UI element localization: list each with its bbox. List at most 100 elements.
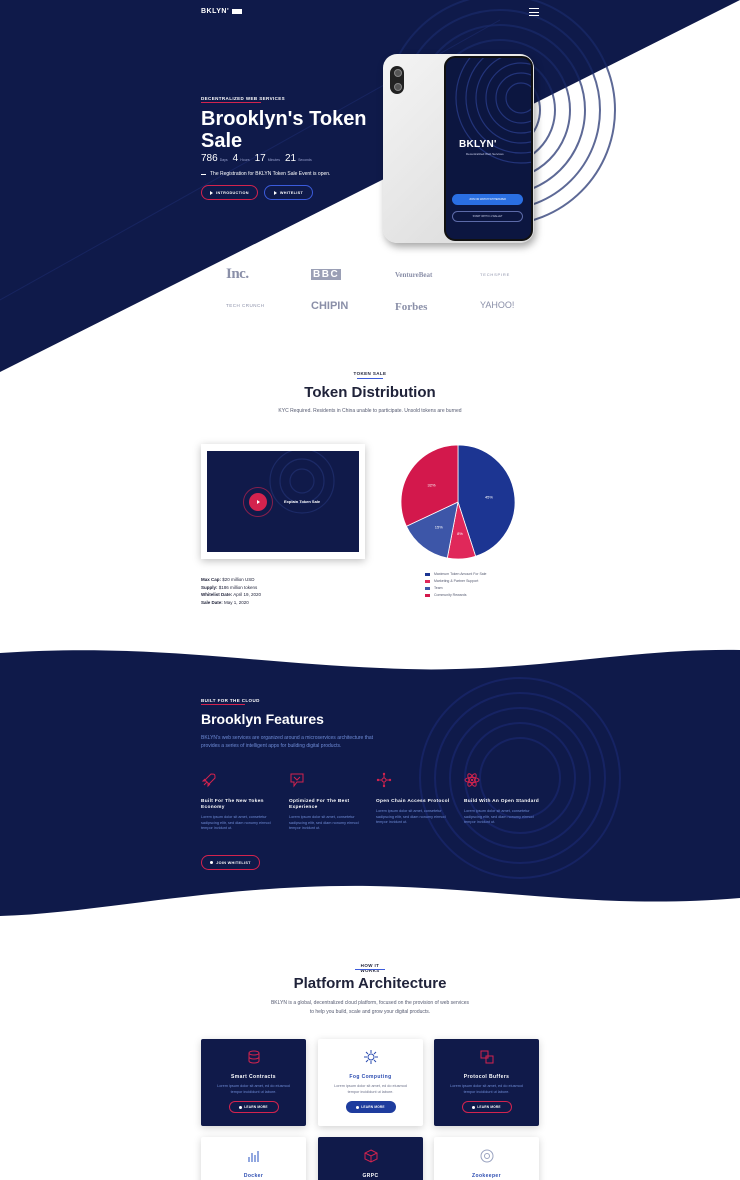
registration-note-text: The Registration for BKLYN Token Sale Ev…: [210, 171, 331, 177]
countdown-seconds-label: Seconds: [298, 158, 312, 162]
card-grpc: GRPC: [318, 1137, 423, 1180]
features-description: BKLYN's web services are organized aroun…: [201, 735, 374, 749]
card-title: Protocol Buffers: [463, 1074, 510, 1080]
legend-label: Community Rewards: [434, 593, 467, 597]
card-protocol-buffers: Protocol Buffers Lorem ipsum dolor sit a…: [434, 1039, 539, 1126]
phone-screen-logo: BKLYN': [459, 139, 497, 150]
learn-more-button[interactable]: LEARN MORE: [461, 1101, 512, 1113]
database-icon: [248, 1050, 259, 1064]
pie-slice-label: 45%: [485, 495, 493, 500]
play-icon: [256, 500, 260, 504]
rocket-icon: [201, 773, 216, 788]
sale-facts: Max Cap: $20 million USD Supply: $186 mi…: [201, 576, 261, 606]
legend-item: Maximum Token Amount For Sale: [425, 571, 486, 578]
video-pattern: [269, 451, 335, 514]
hamburger-menu-icon[interactable]: [529, 8, 539, 16]
card-fog-computing: Fog Computing Lorem ipsum dolor sit amet…: [318, 1039, 423, 1126]
hero-background: [0, 0, 740, 372]
feature-text: Lorem ipsum dolor sit amet, consetetur s…: [376, 809, 446, 824]
press-logo-techcrunch: TECH CRUNCH: [226, 303, 265, 308]
whitelist-button[interactable]: WHITELIST: [264, 185, 313, 200]
press-logo-venturebeat: VentureBeat: [395, 271, 433, 279]
flag-icon: [290, 773, 304, 788]
card-title: Fog Computing: [349, 1074, 392, 1080]
features-background: [0, 649, 740, 916]
introduction-button[interactable]: INTRODUCTION: [201, 185, 258, 200]
card-smart-contracts: Smart Contracts Lorem ipsum dolor sit am…: [201, 1039, 306, 1126]
hero-tag-underline: [201, 102, 261, 103]
feature-item-chain-access: Open Chain Access Protocol Lorem ipsum d…: [376, 772, 456, 826]
feature-title: Open Chain Access Protocol: [376, 799, 450, 804]
fact-supply: Supply: $186 million tokens: [201, 584, 258, 590]
phone-screen-subtitle: Decentralized Web Services: [466, 152, 504, 156]
countdown-minutes-value: 17: [254, 153, 266, 164]
legend-swatch: [425, 573, 430, 576]
pie-legend: Maximum Token Amount For Sale Marketing &…: [425, 571, 486, 599]
join-whitelist-button[interactable]: JOIN WHITELIST: [201, 855, 260, 870]
learn-more-button[interactable]: LEARN MORE: [228, 1101, 279, 1113]
token-sale-tag-underline: [357, 378, 383, 379]
features-tag: BUILT FOR THE CLOUD: [201, 698, 260, 703]
feature-text: Lorem ipsum dolor sit amet, consetetur s…: [289, 815, 359, 830]
play-icon: [273, 190, 277, 195]
how-it-works-tag: HOW IT WORKS: [360, 963, 380, 973]
token-distribution-title: Token Distribution: [304, 384, 436, 401]
registration-note: The Registration for BKLYN Token Sale Ev…: [201, 171, 330, 177]
cube-icon: [364, 1149, 377, 1163]
whitelist-button-label: WHITELIST: [279, 190, 304, 195]
pie-slice-label: 15%: [435, 524, 443, 529]
countdown-days-value: 786: [201, 153, 218, 164]
learn-more-label: LEARN MORE: [477, 1105, 501, 1109]
legend-swatch: [425, 587, 430, 590]
press-logo-forbes: Forbes: [395, 301, 428, 313]
legend-swatch: [425, 580, 430, 583]
cog-icon: [363, 1050, 378, 1064]
countdown-timer: 786 Days 4 Hours 17 Minutes 21 Seconds: [201, 153, 315, 164]
press-logo-bbc: BBC: [311, 269, 342, 280]
legend-item: Community Rewards: [425, 592, 486, 599]
token-sale-tag: TOKEN SALE: [353, 371, 387, 376]
fact-whitelist-date: Whitelist Date: April 19, 2020: [201, 592, 262, 597]
platform-architecture-description: BKLYN is a global, decentralized cloud p…: [270, 1000, 470, 1015]
atom-icon: [464, 773, 480, 787]
legend-item: Team: [425, 585, 486, 592]
features-title: Brooklyn Features: [201, 711, 324, 727]
fact-max-cap: Max Cap: $20 million USD: [201, 577, 255, 582]
dot-icon: [210, 861, 214, 864]
pie-slice-label: 32%: [428, 483, 436, 488]
legend-item: Marketing & Partner Support: [425, 578, 486, 585]
legend-label: Marketing & Partner Support: [434, 579, 479, 583]
platform-architecture-title: Platform Architecture: [293, 975, 447, 992]
press-logo-chipin: CHIPIN: [311, 300, 349, 312]
feature-title: Built For The New Token Economy: [201, 799, 264, 810]
press-logo-inc: Inc.: [226, 266, 249, 282]
card-docker: Docker: [201, 1137, 306, 1180]
feature-item-open-standard: Build With An Open Standard Lorem ipsum …: [464, 772, 544, 826]
legend-swatch: [425, 594, 430, 597]
site-logo[interactable]: BKLYN': [201, 8, 243, 15]
countdown-hours-label: Hours: [240, 158, 250, 162]
features-tag-underline: [201, 704, 245, 705]
hero-tag: DECENTRALIZED WEB SERVICES: [201, 96, 286, 101]
dot-icon: [356, 1105, 360, 1109]
introduction-button-label: INTRODUCTION: [216, 190, 249, 195]
feature-item-token-economy: Built For The New Token Economy Lorem ip…: [201, 772, 281, 832]
play-button[interactable]: [249, 493, 267, 511]
dash-icon: [201, 173, 206, 175]
press-logo-yahoo: YAHOO!: [480, 300, 515, 310]
cubes-icon: [480, 1050, 493, 1064]
video-thumbnail[interactable]: [207, 451, 359, 552]
card-text: Lorem ipsum dolor sit amet, ed do eiusmo…: [450, 1084, 523, 1094]
token-distribution-subtitle: KYC Required. Residents in China unable …: [278, 408, 462, 414]
bar-chart-icon: [247, 1151, 259, 1162]
network-icon: [376, 772, 392, 788]
play-icon: [210, 190, 214, 195]
learn-more-button[interactable]: LEARN MORE: [345, 1101, 396, 1113]
phone-camera: [390, 66, 404, 94]
feature-item-best-experience: Optimized For The Best Experience Lorem …: [289, 772, 369, 832]
countdown-hours-value: 4: [232, 153, 239, 164]
learn-more-label: LEARN MORE: [244, 1105, 268, 1109]
feature-text: Lorem ipsum dolor sit amet, consetetur s…: [201, 815, 271, 830]
countdown-days-label: Days: [219, 158, 228, 162]
phone-screen-primary-button: JOIN OR WATCH WHITEPAPER: [452, 194, 523, 205]
